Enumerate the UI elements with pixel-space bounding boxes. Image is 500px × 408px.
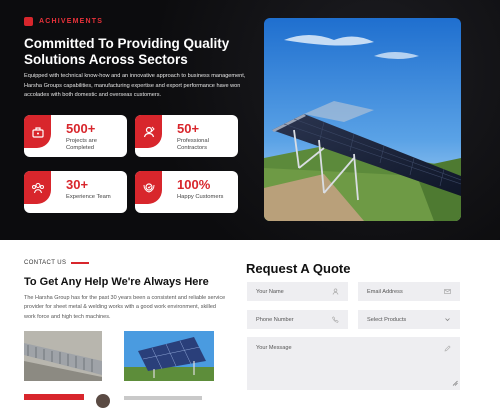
stat-label: Happy Customers bbox=[177, 194, 224, 200]
team-icon bbox=[24, 171, 51, 204]
resize-handle-icon[interactable] bbox=[452, 380, 458, 388]
contact-eyebrow-text: CONTACT US bbox=[24, 260, 67, 266]
contractor-icon bbox=[135, 115, 162, 148]
stat-card-contractors: 50+ Professional Contractors bbox=[135, 115, 238, 157]
stat-value: 100% bbox=[177, 177, 211, 192]
achievements-eyebrow: ACHIVEMENTS bbox=[24, 17, 103, 26]
stat-label: Professional Contractors bbox=[177, 138, 209, 152]
briefcase-icon bbox=[24, 17, 33, 26]
eyebrow-accent-line bbox=[71, 262, 90, 264]
pencil-icon bbox=[444, 345, 451, 354]
contact-eyebrow: CONTACT US bbox=[24, 260, 90, 266]
chevron-down-icon bbox=[444, 316, 451, 323]
stat-card-team: 30+ Experience Team bbox=[24, 171, 127, 213]
contact-heading: To Get Any Help We're Always Here bbox=[24, 276, 209, 288]
contact-number-placeholder bbox=[124, 396, 202, 400]
phone-icon bbox=[332, 316, 339, 323]
email-field[interactable]: Email Address bbox=[358, 282, 460, 301]
stat-value: 30+ bbox=[66, 177, 89, 192]
message-placeholder: Your Message bbox=[256, 345, 292, 351]
stat-label: Projects are Completed bbox=[66, 138, 97, 152]
achievements-paragraph: Equipped with technical know-how and an … bbox=[24, 73, 246, 98]
quote-heading: Request A Quote bbox=[246, 261, 351, 276]
select-placeholder: Select Products bbox=[367, 316, 407, 323]
name-field[interactable]: Your Name bbox=[247, 282, 348, 301]
stat-card-customers: 100% Happy Customers bbox=[135, 171, 238, 213]
project-icon bbox=[24, 115, 51, 148]
stat-label: Experience Team bbox=[66, 194, 111, 200]
metal-grating-photo bbox=[24, 331, 102, 381]
award-icon bbox=[135, 171, 162, 204]
stat-value: 500+ bbox=[66, 121, 96, 136]
avatar bbox=[96, 394, 110, 408]
name-placeholder: Your Name bbox=[256, 288, 284, 295]
achievements-heading: Committed To Providing Quality Solutions… bbox=[24, 36, 230, 67]
achievements-eyebrow-text: ACHIVEMENTS bbox=[39, 18, 104, 25]
product-select[interactable]: Select Products bbox=[358, 310, 460, 329]
message-field[interactable]: Your Message bbox=[247, 337, 460, 390]
stat-card-projects: 500+ Projects are Completed bbox=[24, 115, 127, 157]
phone-field[interactable]: Phone Number bbox=[247, 310, 348, 329]
user-icon bbox=[332, 288, 339, 295]
solar-panel-photo bbox=[124, 331, 214, 381]
contact-paragraph: The Harsha Group has for the past 30 yea… bbox=[24, 295, 226, 320]
solar-installation-photo bbox=[264, 18, 461, 221]
achievements-section: ACHIVEMENTS Committed To Providing Quali… bbox=[0, 0, 500, 240]
email-placeholder: Email Address bbox=[367, 288, 403, 295]
envelope-icon bbox=[444, 288, 451, 295]
cta-red-bar[interactable] bbox=[24, 394, 84, 400]
phone-placeholder: Phone Number bbox=[256, 316, 294, 323]
stat-value: 50+ bbox=[177, 121, 200, 136]
